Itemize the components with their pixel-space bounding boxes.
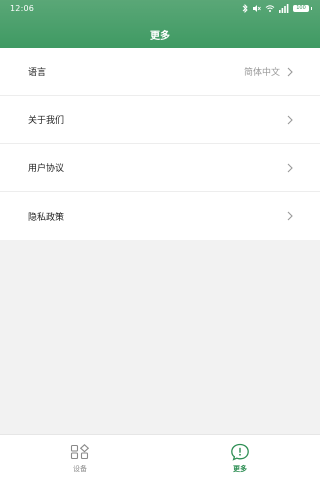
menu-item-label: 隐私政策 xyxy=(28,212,65,223)
bluetooth-icon xyxy=(242,3,248,13)
status-bar: 12:06 100 xyxy=(0,0,320,18)
language-value: 简体中文 xyxy=(243,68,280,78)
menu-item-about-us[interactable]: 关于我们 xyxy=(0,96,320,144)
menu-item-label: 关于我们 xyxy=(28,116,65,126)
chevron-right-icon xyxy=(286,163,294,173)
battery-level: 100 xyxy=(293,4,309,12)
battery-cap xyxy=(311,6,312,10)
menu-item-label: 语言 xyxy=(28,68,47,78)
chevron-right-icon xyxy=(286,211,294,221)
tab-devices[interactable]: 设备 xyxy=(0,435,160,480)
more-screen: 12:06 100 更多 语言 简体中文 关于我们 用户协议 隐私政策 设备 更… xyxy=(0,0,320,480)
title-bar: 更多 xyxy=(0,20,320,48)
app-header: 12:06 100 更多 xyxy=(0,0,320,48)
more-info-icon xyxy=(230,443,250,461)
bottom-tab-bar: 设备 更多 xyxy=(0,434,320,480)
wifi-icon xyxy=(265,3,275,13)
menu-item-language[interactable]: 语言 简体中文 xyxy=(0,48,320,96)
page-title: 更多 xyxy=(150,30,170,42)
chevron-right-icon xyxy=(286,115,294,125)
menu-item-label: 用户协议 xyxy=(28,164,65,174)
status-time: 12:06 xyxy=(10,4,35,13)
status-icons: 100 xyxy=(242,3,312,13)
tab-label: 更多 xyxy=(233,465,247,473)
devices-grid-icon xyxy=(70,443,90,461)
settings-menu-list: 语言 简体中文 关于我们 用户协议 隐私政策 xyxy=(0,48,320,240)
tab-more[interactable]: 更多 xyxy=(160,435,320,480)
chevron-right-icon xyxy=(286,67,294,77)
tab-label: 设备 xyxy=(73,465,87,473)
menu-item-privacy-policy[interactable]: 隐私政策 xyxy=(0,192,320,240)
battery-icon: 100 xyxy=(293,4,312,12)
menu-item-user-agreement[interactable]: 用户协议 xyxy=(0,144,320,192)
signal-icon xyxy=(279,3,289,13)
mute-icon xyxy=(252,3,261,13)
